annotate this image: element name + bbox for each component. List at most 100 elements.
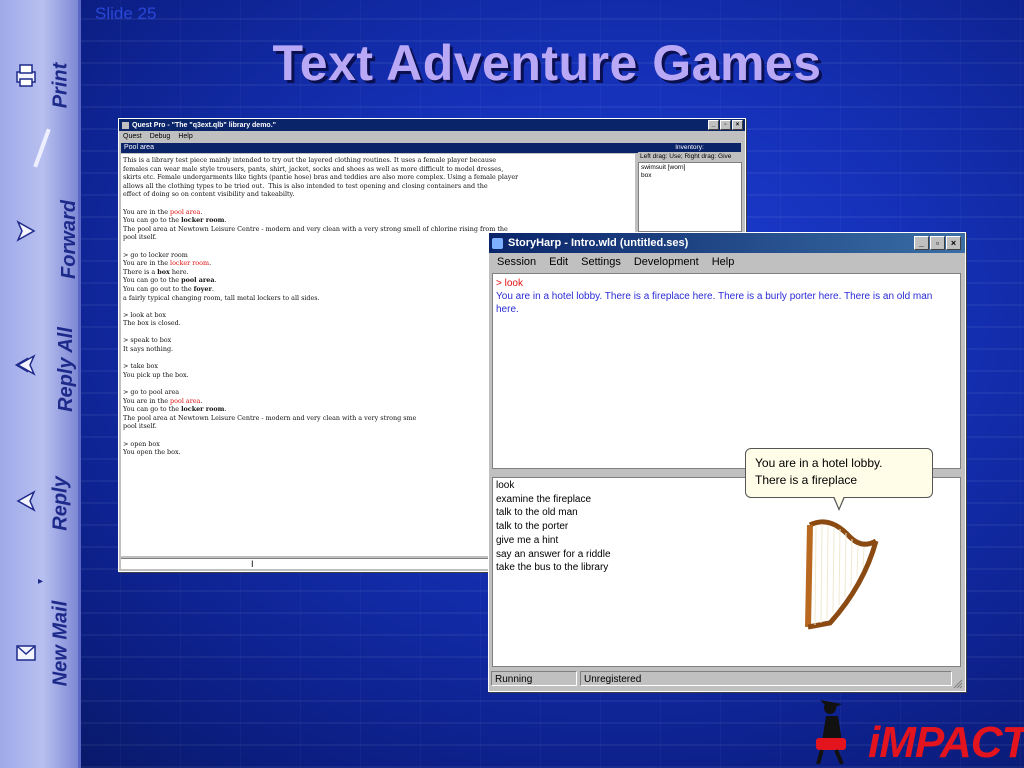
exit-link[interactable]: box bbox=[157, 268, 170, 276]
exit-link[interactable]: locker room bbox=[181, 216, 224, 224]
transcript-text: . bbox=[200, 207, 203, 216]
reply-all-button[interactable]: Reply All bbox=[4, 320, 77, 420]
maximize-button[interactable]: ▫ bbox=[930, 236, 945, 250]
command-item[interactable]: talk to the old man bbox=[496, 506, 957, 520]
transcript-text: You are in the bbox=[123, 207, 171, 216]
new-mail-button[interactable]: New Mail ▸ bbox=[4, 576, 74, 710]
command-item[interactable]: talk to the porter bbox=[496, 520, 957, 534]
questpro-menubar: Quest Debug Help bbox=[119, 131, 745, 142]
reply-button[interactable]: Reply bbox=[4, 460, 74, 550]
transcript-text: pool itself. bbox=[123, 233, 157, 242]
transcript-text: You are in the bbox=[123, 396, 171, 405]
close-button[interactable]: × bbox=[732, 120, 743, 130]
transcript-text: > take box bbox=[123, 362, 158, 371]
new-mail-icon bbox=[16, 645, 36, 661]
transcript-text: You can go to the bbox=[123, 405, 182, 414]
exit-link[interactable]: locker room bbox=[181, 405, 224, 413]
storyharp-app-icon bbox=[492, 237, 503, 249]
transcript-text: This is a library test piece mainly inte… bbox=[123, 156, 497, 164]
inventory-item[interactable]: swimsuit [worn] bbox=[641, 164, 739, 172]
mail-toolbar-sidebar: Print Forward Reply All Reply New Mail ▸ bbox=[0, 0, 81, 768]
transcript-text: > go to pool area bbox=[123, 388, 180, 397]
transcript-text: You open the box. bbox=[123, 448, 181, 457]
close-button[interactable]: × bbox=[946, 236, 961, 250]
sidebar-label-forward: Forward bbox=[57, 200, 80, 279]
inventory-item[interactable]: box bbox=[641, 172, 739, 180]
reply-all-icon bbox=[14, 354, 36, 376]
speech-bubble: You are in a hotel lobby. There is a fir… bbox=[745, 448, 933, 498]
transcript-text: . bbox=[211, 284, 214, 293]
exit-link[interactable]: pool area bbox=[181, 276, 214, 284]
questpro-title: Quest Pro - "The "q3ext.qlb" library dem… bbox=[132, 121, 276, 129]
inventory-header: Inventory: bbox=[638, 143, 741, 152]
storyharp-menubar: Session Edit Settings Development Help bbox=[489, 253, 965, 271]
story-output[interactable]: > look You are in a hotel lobby. There i… bbox=[492, 273, 961, 469]
echoed-command: > look bbox=[496, 278, 523, 289]
command-item[interactable]: take the bus to the library bbox=[496, 561, 957, 575]
maximize-button[interactable]: ▫ bbox=[720, 120, 731, 130]
menu-development[interactable]: Development bbox=[634, 256, 699, 268]
transcript-line: This is a library test piece mainly inte… bbox=[123, 156, 633, 165]
transcript-text: > open box bbox=[123, 439, 160, 448]
menu-edit[interactable]: Edit bbox=[549, 256, 568, 268]
transcript-text: You can go to the bbox=[123, 276, 182, 285]
questpro-app-icon bbox=[122, 121, 129, 129]
status-running: Running bbox=[491, 671, 577, 686]
storyharp-titlebar[interactable]: StoryHarp - Intro.wld (untitled.ses) _ ▫… bbox=[489, 233, 965, 253]
transcript-text: skirts etc. Female undergarments like ti… bbox=[123, 173, 519, 182]
impact-logo-text: iMPACT bbox=[868, 718, 1024, 767]
inventory-hint: Left drag: Use; Right drag: Give bbox=[638, 152, 745, 162]
storyharp-title: StoryHarp - Intro.wld (untitled.ses) bbox=[508, 237, 689, 249]
transcript-text: The pool area at Newtown Leisure Centre … bbox=[123, 224, 508, 233]
menu-session[interactable]: Session bbox=[497, 256, 536, 268]
dropdown-arrow-icon[interactable]: ▸ bbox=[38, 576, 43, 587]
harp-icon bbox=[805, 519, 879, 630]
sidebar-label-new-mail: New Mail bbox=[49, 600, 72, 687]
room-link[interactable]: pool area bbox=[170, 208, 200, 216]
transcript-text: The box is closed. bbox=[123, 319, 181, 328]
bubble-line: You are in a hotel lobby. bbox=[755, 456, 883, 470]
transcript-text: . bbox=[209, 259, 212, 268]
room-link[interactable]: locker room bbox=[170, 259, 209, 267]
slide-title: Text Adventure Games bbox=[272, 35, 822, 91]
transcript-text: . bbox=[200, 396, 203, 405]
menu-quest[interactable]: Quest bbox=[123, 133, 142, 140]
transcript-text: . bbox=[214, 276, 217, 285]
transcript-text: here. bbox=[169, 267, 189, 276]
transcript-text: > speak to box bbox=[123, 336, 172, 345]
room-link[interactable]: pool area bbox=[170, 397, 200, 405]
transcript-text: You are in the bbox=[123, 259, 171, 268]
minimize-button[interactable]: _ bbox=[914, 236, 929, 250]
exit-link[interactable]: foyer bbox=[194, 285, 212, 293]
transcript-line: You are in the pool area. bbox=[123, 208, 633, 217]
menu-help[interactable]: Help bbox=[178, 133, 192, 140]
transcript-text: The pool area at Newtown Leisure Centre … bbox=[123, 413, 417, 422]
transcript-line: You can go to the locker room. bbox=[123, 216, 633, 225]
menu-settings[interactable]: Settings bbox=[581, 256, 621, 268]
transcript-text: > look at box bbox=[123, 310, 166, 319]
status-registration: Unregistered bbox=[580, 671, 952, 686]
sidebar-label-reply: Reply bbox=[49, 476, 72, 531]
transcript-text: allows all the clothing types to be trie… bbox=[123, 181, 488, 190]
transcript-text: You can go to the bbox=[123, 216, 182, 225]
forward-button[interactable]: Forward bbox=[4, 190, 80, 290]
menu-help[interactable]: Help bbox=[712, 256, 735, 268]
reply-icon bbox=[16, 490, 36, 512]
menu-debug[interactable]: Debug bbox=[150, 133, 171, 140]
questpro-titlebar[interactable]: Quest Pro - "The "q3ext.qlb" library dem… bbox=[119, 119, 745, 131]
transcript-text: a fairly typical changing room, tall met… bbox=[123, 293, 320, 302]
minimize-button[interactable]: _ bbox=[708, 120, 719, 130]
inventory-list[interactable]: swimsuit [worn] box bbox=[638, 162, 742, 232]
transcript-text: You pick up the box. bbox=[123, 370, 189, 379]
transcript-text: There is a bbox=[123, 267, 158, 276]
transcript-text: You can go out to the bbox=[123, 284, 194, 293]
transcript-text: females can wear male style trousers, pa… bbox=[123, 164, 504, 173]
command-item[interactable]: give me a hint bbox=[496, 534, 957, 548]
resize-grip-icon[interactable] bbox=[953, 679, 963, 689]
forward-mail-icon bbox=[16, 220, 36, 242]
command-item[interactable]: say an answer for a riddle bbox=[496, 548, 957, 562]
slide-number: Slide 25 bbox=[95, 4, 157, 23]
status-bar: Running Unregistered bbox=[489, 670, 961, 688]
story-response: You are in a hotel lobby. There is a fir… bbox=[496, 291, 933, 315]
command-list[interactable]: look examine the fireplace talk to the o… bbox=[492, 477, 961, 667]
